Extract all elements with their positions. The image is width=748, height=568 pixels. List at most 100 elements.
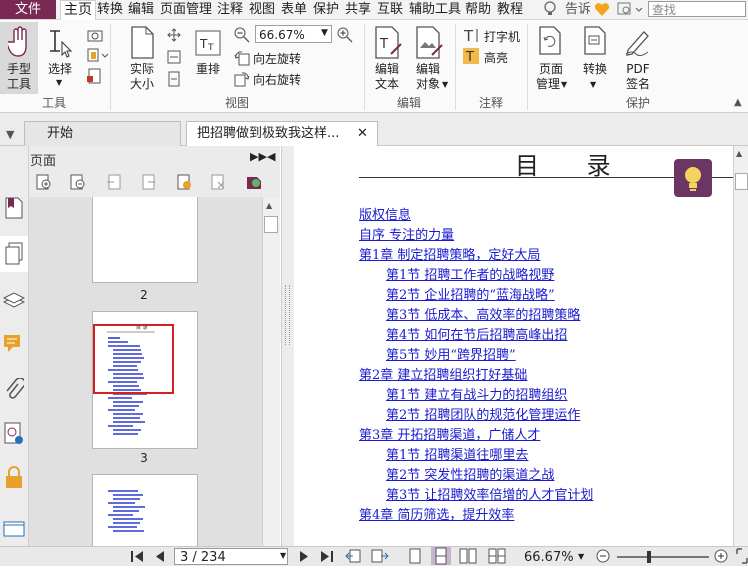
- select-dropdown-icon[interactable]: ▼: [56, 78, 62, 87]
- reflow-label[interactable]: 重排: [190, 62, 226, 77]
- edit-object-label-2[interactable]: 对象: [410, 77, 446, 92]
- viewport-indicator[interactable]: [93, 324, 174, 394]
- convert-icon[interactable]: [582, 26, 608, 59]
- extract-page-icon[interactable]: [140, 174, 156, 193]
- zoom-out-thumbnail-icon[interactable]: [70, 174, 86, 193]
- expand-panel-icon[interactable]: ▶▶: [250, 150, 267, 163]
- pdf-sign-label-2[interactable]: 签名: [620, 77, 656, 92]
- zoom-dropdown-icon[interactable]: ▼: [321, 28, 328, 38]
- toc-link[interactable]: 自序 专注的力量: [359, 224, 454, 243]
- tab-document[interactable]: 把招聘做到极致我这样... ✕: [186, 121, 378, 146]
- actual-size-label-1[interactable]: 实际: [124, 62, 160, 77]
- lock-icon[interactable]: [4, 466, 24, 493]
- page-number-input[interactable]: 3 / 234: [174, 548, 288, 565]
- toc-link[interactable]: 第3章 开拓招聘渠道，广储人才: [359, 424, 540, 443]
- actual-size-label-2[interactable]: 大小: [124, 77, 160, 92]
- attachment-icon[interactable]: [4, 377, 26, 405]
- rotate-left-icon[interactable]: [233, 49, 251, 70]
- document-scroll-thumb[interactable]: [735, 173, 748, 190]
- next-view-icon[interactable]: [371, 548, 389, 567]
- toc-link[interactable]: 第1节 招聘渠道往哪里去: [386, 444, 528, 463]
- edit-text-label-1[interactable]: 编辑: [369, 62, 405, 77]
- file-menu[interactable]: 文件: [0, 0, 56, 19]
- actual-size-icon[interactable]: [128, 26, 156, 63]
- status-zoom-out-icon[interactable]: [596, 549, 610, 566]
- page-number-dropdown-icon[interactable]: ▼: [280, 551, 286, 560]
- toc-link[interactable]: 第2节 突发性招聘的渠道之战: [386, 464, 554, 483]
- close-tab-icon[interactable]: ✕: [357, 122, 368, 146]
- collapse-panel-icon[interactable]: ◀: [267, 150, 275, 163]
- menu-share[interactable]: 共享: [345, 0, 371, 19]
- toc-link[interactable]: 第4节 如何在节后招聘高峰出招: [386, 324, 567, 343]
- facing-view-icon[interactable]: [459, 548, 477, 567]
- edit-object-dropdown-icon[interactable]: ▼: [442, 80, 448, 89]
- reflow-icon[interactable]: TT: [195, 30, 221, 59]
- clipboard-icon[interactable]: [86, 48, 110, 65]
- collapse-ribbon-icon[interactable]: ▲: [734, 97, 742, 108]
- tip-lightbulb-button[interactable]: [674, 159, 712, 197]
- toc-link[interactable]: 版权信息: [359, 204, 411, 223]
- toc-link[interactable]: 第4章 简历筛选，提升效率: [359, 504, 514, 523]
- highlight-icon[interactable]: T: [463, 48, 481, 67]
- page-link-icon[interactable]: [86, 68, 104, 87]
- toc-link[interactable]: 第3节 让招聘效率倍增的人才官计划: [386, 484, 593, 503]
- tab-list-icon[interactable]: ▼: [6, 128, 14, 141]
- zoom-in-thumbnail-icon[interactable]: [36, 174, 52, 193]
- fullscreen-icon[interactable]: [736, 548, 748, 567]
- toc-link[interactable]: 第5节 妙用“跨界招聘”: [386, 344, 516, 363]
- search-input[interactable]: 查找: [648, 1, 746, 17]
- delete-page-icon[interactable]: [210, 174, 226, 193]
- page-thumbnail-2[interactable]: [92, 197, 198, 283]
- typewriter-icon[interactable]: T: [463, 27, 481, 46]
- rotate-right-label[interactable]: 向右旋转: [253, 71, 301, 88]
- menu-view[interactable]: 视图: [249, 0, 275, 19]
- select-label[interactable]: 选择: [44, 62, 76, 77]
- fit-width-icon[interactable]: [165, 48, 183, 69]
- thumbnail-scrollbar[interactable]: [262, 198, 280, 546]
- page-thumbnail-4[interactable]: [92, 474, 198, 547]
- status-zoom-in-icon[interactable]: [714, 549, 728, 566]
- convert-label[interactable]: 转换: [577, 62, 613, 77]
- last-page-icon[interactable]: [320, 550, 334, 566]
- rotate-left-label[interactable]: 向左旋转: [253, 50, 301, 67]
- menu-connect[interactable]: 互联: [377, 0, 403, 19]
- menu-help[interactable]: 帮助: [465, 0, 491, 19]
- edit-text-icon[interactable]: T: [373, 26, 403, 63]
- menu-convert[interactable]: 转换: [97, 0, 123, 19]
- zoom-out-icon[interactable]: [233, 26, 251, 47]
- convert-dropdown-icon[interactable]: ▼: [590, 80, 596, 89]
- edit-object-icon[interactable]: [414, 26, 444, 63]
- page-manage-label-1[interactable]: 页面: [533, 62, 569, 77]
- toc-link[interactable]: 第1章 制定招聘策略，定好大局: [359, 244, 540, 263]
- next-page-icon[interactable]: [298, 550, 310, 566]
- zoom-level-dropdown-icon[interactable]: ▼: [578, 552, 584, 561]
- menu-tutorial[interactable]: 教程: [497, 0, 523, 19]
- edit-text-label-2[interactable]: 文本: [369, 77, 405, 92]
- fit-visible-icon[interactable]: [165, 70, 183, 91]
- menu-accessibility[interactable]: 辅助工具: [409, 0, 461, 19]
- menu-edit[interactable]: 编辑: [128, 0, 154, 19]
- tell-me-label[interactable]: 告诉: [565, 0, 591, 19]
- menu-home[interactable]: 主页: [60, 0, 96, 21]
- highlight-label[interactable]: 高亮: [484, 49, 508, 66]
- menu-comment[interactable]: 注释: [217, 0, 243, 19]
- toc-link[interactable]: 第1节 建立有战斗力的招聘组织: [386, 384, 567, 403]
- toc-link[interactable]: 第3节 低成本、高效率的招聘策略: [386, 304, 580, 323]
- menu-page-manage[interactable]: 页面管理: [160, 0, 212, 19]
- first-page-icon[interactable]: [130, 550, 144, 566]
- menu-form[interactable]: 表单: [281, 0, 307, 19]
- doc-scroll-up-icon[interactable]: ▲: [736, 149, 742, 158]
- zoom-slider-thumb[interactable]: [647, 551, 651, 563]
- page-manage-dropdown-icon[interactable]: ▼: [561, 80, 567, 89]
- previous-page-icon[interactable]: [154, 550, 166, 566]
- continuous-view-button[interactable]: [431, 547, 451, 565]
- zoom-slider-track[interactable]: [617, 556, 709, 558]
- heart-icon[interactable]: [594, 2, 610, 20]
- bookmark-icon[interactable]: [4, 196, 24, 223]
- page-manage-icon[interactable]: [537, 26, 563, 59]
- toc-link[interactable]: 第1节 招聘工作者的战略视野: [386, 264, 554, 283]
- thumbnail-scroll-thumb[interactable]: [264, 216, 278, 233]
- snapshot-icon[interactable]: [86, 28, 104, 45]
- lightbulb-icon[interactable]: [543, 1, 557, 20]
- scroll-up-icon[interactable]: ▲: [266, 201, 272, 210]
